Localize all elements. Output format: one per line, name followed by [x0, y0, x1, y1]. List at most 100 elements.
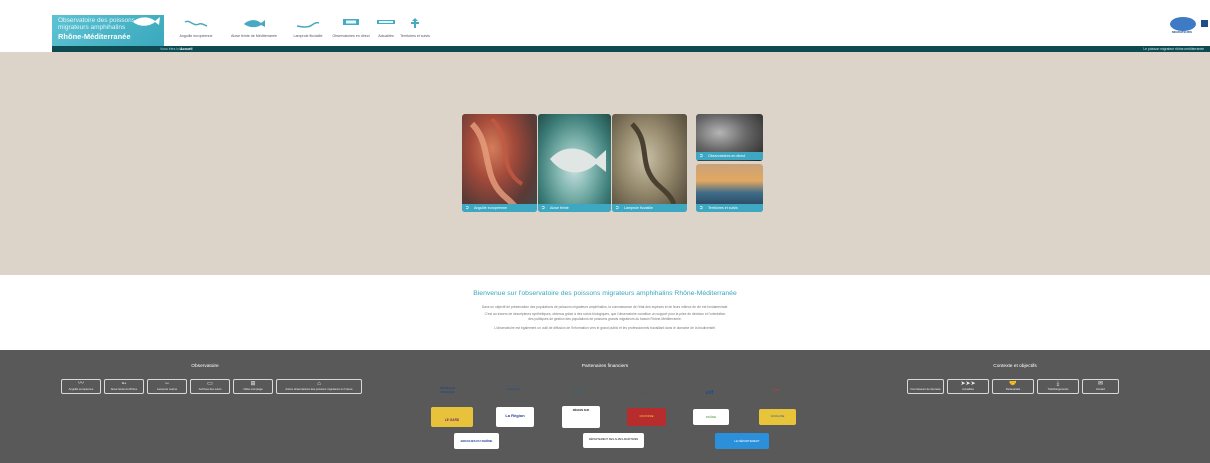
- card-label: Territoires et suivis: [708, 206, 738, 210]
- download-icon: ⤓: [1056, 381, 1060, 387]
- eel-icon: 〰: [77, 381, 84, 387]
- partner-logo-vaucluse[interactable]: VAUCLUSE: [759, 409, 796, 425]
- news-icon: [375, 16, 397, 27]
- archive-icon: ▭: [207, 381, 213, 387]
- footer-button-label: Contact: [1095, 388, 1106, 391]
- card-caption: ➲ Anguille européenne: [462, 204, 537, 212]
- partner-logo-bouches-du-rhone[interactable]: BOUCHES DU RHÔNE: [454, 433, 499, 449]
- partner-label: RÉPUBLIQUE FRANÇAISE: [439, 387, 456, 394]
- nav-label: Observatoires en direct: [332, 34, 370, 38]
- mail-icon: ✉: [1097, 381, 1104, 387]
- partner-label: DÉPARTEMENT DES ALPES-MARITIMES: [588, 438, 639, 441]
- card-label: Lamproie fluviatile: [624, 206, 653, 210]
- footer-button-label: Téléchargements: [1047, 388, 1069, 391]
- footer-button-partenariats[interactable]: 🤝 Partenariats: [992, 379, 1034, 394]
- card-anguille[interactable]: ➲ Anguille européenne: [462, 114, 537, 212]
- footer-button-telechargements[interactable]: ⤓ Téléchargements: [1037, 379, 1079, 394]
- nav-label: Lamproie fluviatile: [293, 34, 323, 38]
- welcome-paragraph-4: L'observatoire est également un outil de…: [494, 326, 716, 330]
- nav-item-alose[interactable]: Alose feinte de Méditerranée: [225, 16, 283, 40]
- partner-label: AGENCE DE L'EAU: [572, 388, 585, 394]
- partner-label: RÉGION SUD: [572, 409, 590, 412]
- partner-label: CNR: [772, 388, 779, 392]
- migrateurs-logo[interactable]: MIGRATEURS: [1170, 17, 1196, 35]
- partner-label: LE DÉPARTEMENT: [734, 439, 760, 443]
- nav-item-lamproie[interactable]: Lamproie fluviatile: [289, 16, 327, 40]
- footer-button-contact[interactable]: ✉ Contact: [1082, 379, 1119, 394]
- footer-button-autres-observatoires[interactable]: ⌂ Autres observatoires des poissons migr…: [276, 379, 362, 394]
- welcome-title: Bienvenue sur l'observatoire des poisson…: [473, 290, 737, 297]
- footer-button-archives[interactable]: ▭ Archives des suivis: [190, 379, 230, 394]
- logo-line-1: Observatoire des poissons: [58, 17, 135, 24]
- partner-label: BOUCHES DU RHÔNE: [460, 439, 493, 443]
- welcome-paragraph-2: C'est au travers de descripteurs synthét…: [484, 312, 726, 316]
- migrateurs-logo-text: MIGRATEURS: [1172, 30, 1192, 34]
- footer-button-lamproie[interactable]: ∼ Lamproie marine: [147, 379, 187, 394]
- footer-button-label: Archives des suivis: [198, 388, 222, 391]
- nav-item-actualites[interactable]: Actualités: [375, 16, 397, 40]
- shad-icon: ➳: [121, 381, 127, 387]
- site-footer: Observatoire 〰 Anguille européenne ➳ Alo…: [0, 350, 1210, 463]
- footer-button-fournisseurs[interactable]: Fournisseurs de données: [907, 379, 944, 394]
- card-observatoires[interactable]: ➲ Observatoires en direct: [696, 114, 763, 161]
- card-alose[interactable]: ➲ Alose feinte: [538, 114, 611, 212]
- footer-button-anguille[interactable]: 〰 Anguille européenne: [61, 379, 101, 394]
- partner-label: OCCITANIE: [639, 415, 654, 418]
- logo-line-2: migrateurs amphihalins: [58, 24, 126, 31]
- footer-button-label: Fournisseurs de données: [910, 388, 941, 391]
- card-caption: ➲ Observatoires en direct: [696, 152, 763, 160]
- footer-button-label: Actualités: [962, 388, 974, 391]
- footer-button-label: Autres observatoires des poissons migrat…: [285, 388, 353, 391]
- footer-button-label: Anguille européenne: [68, 388, 94, 391]
- partner-label: La Région: [505, 413, 525, 418]
- partner-logo-republique[interactable]: RÉPUBLIQUE FRANÇAISE: [439, 380, 456, 399]
- arrow-circle-icon: ➲: [615, 205, 620, 211]
- footer-button-comptage[interactable]: ⊞ Vidéo-comptage: [233, 379, 273, 394]
- partner-logo-peche[interactable]: PÊCHE: [635, 379, 654, 400]
- card-territoires[interactable]: ➲ Territoires et suivis: [696, 164, 763, 212]
- arrow-circle-icon: ➲: [541, 205, 546, 211]
- footer-observatoire-title: Observatoire: [191, 364, 219, 369]
- welcome-section: Bienvenue sur l'observatoire des poisson…: [0, 275, 1210, 350]
- arrows-icon: ➤➤➤: [960, 381, 976, 387]
- partner-logo-migrateurs[interactable]: MIGRATEURS: [505, 380, 522, 399]
- footer-button-label: Partenariats: [1005, 388, 1021, 391]
- footer-partners-title: Partenaires financiers: [581, 364, 629, 369]
- provider-icon: [908, 381, 943, 388]
- partner-logo-departement[interactable]: LE DÉPARTEMENT: [715, 433, 769, 449]
- partner-logo-edf[interactable]: edf: [700, 379, 719, 400]
- partner-logo-region-sud[interactable]: RÉGION SUD: [562, 406, 600, 428]
- flag-icon[interactable]: [1201, 20, 1208, 27]
- partner-logo-agence-eau[interactable]: AGENCE DE L'EAU: [569, 379, 588, 400]
- nav-item-territoires[interactable]: Territoires et suivis: [399, 16, 431, 40]
- shad-photo-icon: [550, 148, 606, 173]
- arrow-circle-icon: ➲: [699, 153, 704, 159]
- partner-logo-cnr[interactable]: CNR: [766, 380, 785, 399]
- house-icon: ⌂: [317, 381, 321, 387]
- partner-logo-alpes-maritimes[interactable]: DÉPARTEMENT DES ALPES-MARITIMES: [583, 433, 644, 448]
- partner-label: DRÔME: [705, 415, 717, 419]
- lamprey-photo-icon: [630, 122, 677, 206]
- card-caption: ➲ Alose feinte: [538, 204, 611, 212]
- eel-icon: [170, 16, 222, 27]
- nav-item-anguille[interactable]: Anguille européenne: [170, 16, 222, 40]
- logo-oval: [1170, 17, 1196, 31]
- partner-logo-region-aura[interactable]: La Région: [496, 407, 534, 427]
- partner-logo-gard[interactable]: LE GARD: [431, 407, 473, 427]
- card-caption: ➲ Territoires et suivis: [696, 204, 763, 212]
- logo-fish-icon: [131, 13, 161, 29]
- partner-logo-occitanie[interactable]: OCCITANIE: [627, 408, 666, 426]
- shad-icon: [225, 16, 283, 28]
- welcome-paragraph-1: Dans un objectif de préservation des pop…: [481, 305, 729, 309]
- partner-label: VAUCLUSE: [770, 415, 785, 418]
- footer-button-actualites[interactable]: ➤➤➤ Actualités: [947, 379, 989, 394]
- card-lamproie[interactable]: ➲ Lamproie fluviatile: [612, 114, 687, 212]
- nav-item-observatoires[interactable]: Observatoires en direct: [330, 16, 372, 40]
- eel-photo-icon: [469, 117, 524, 211]
- counter-icon: ⊞: [250, 381, 256, 387]
- partner-label: edf: [705, 390, 714, 396]
- footer-button-alose[interactable]: ➳ Alose feinte du Rhône: [104, 379, 144, 394]
- lamprey-icon: ∼: [164, 381, 170, 387]
- partner-logo-drome[interactable]: DRÔME: [693, 409, 729, 425]
- footer-contact-title: Contexte et objectifs: [993, 364, 1037, 369]
